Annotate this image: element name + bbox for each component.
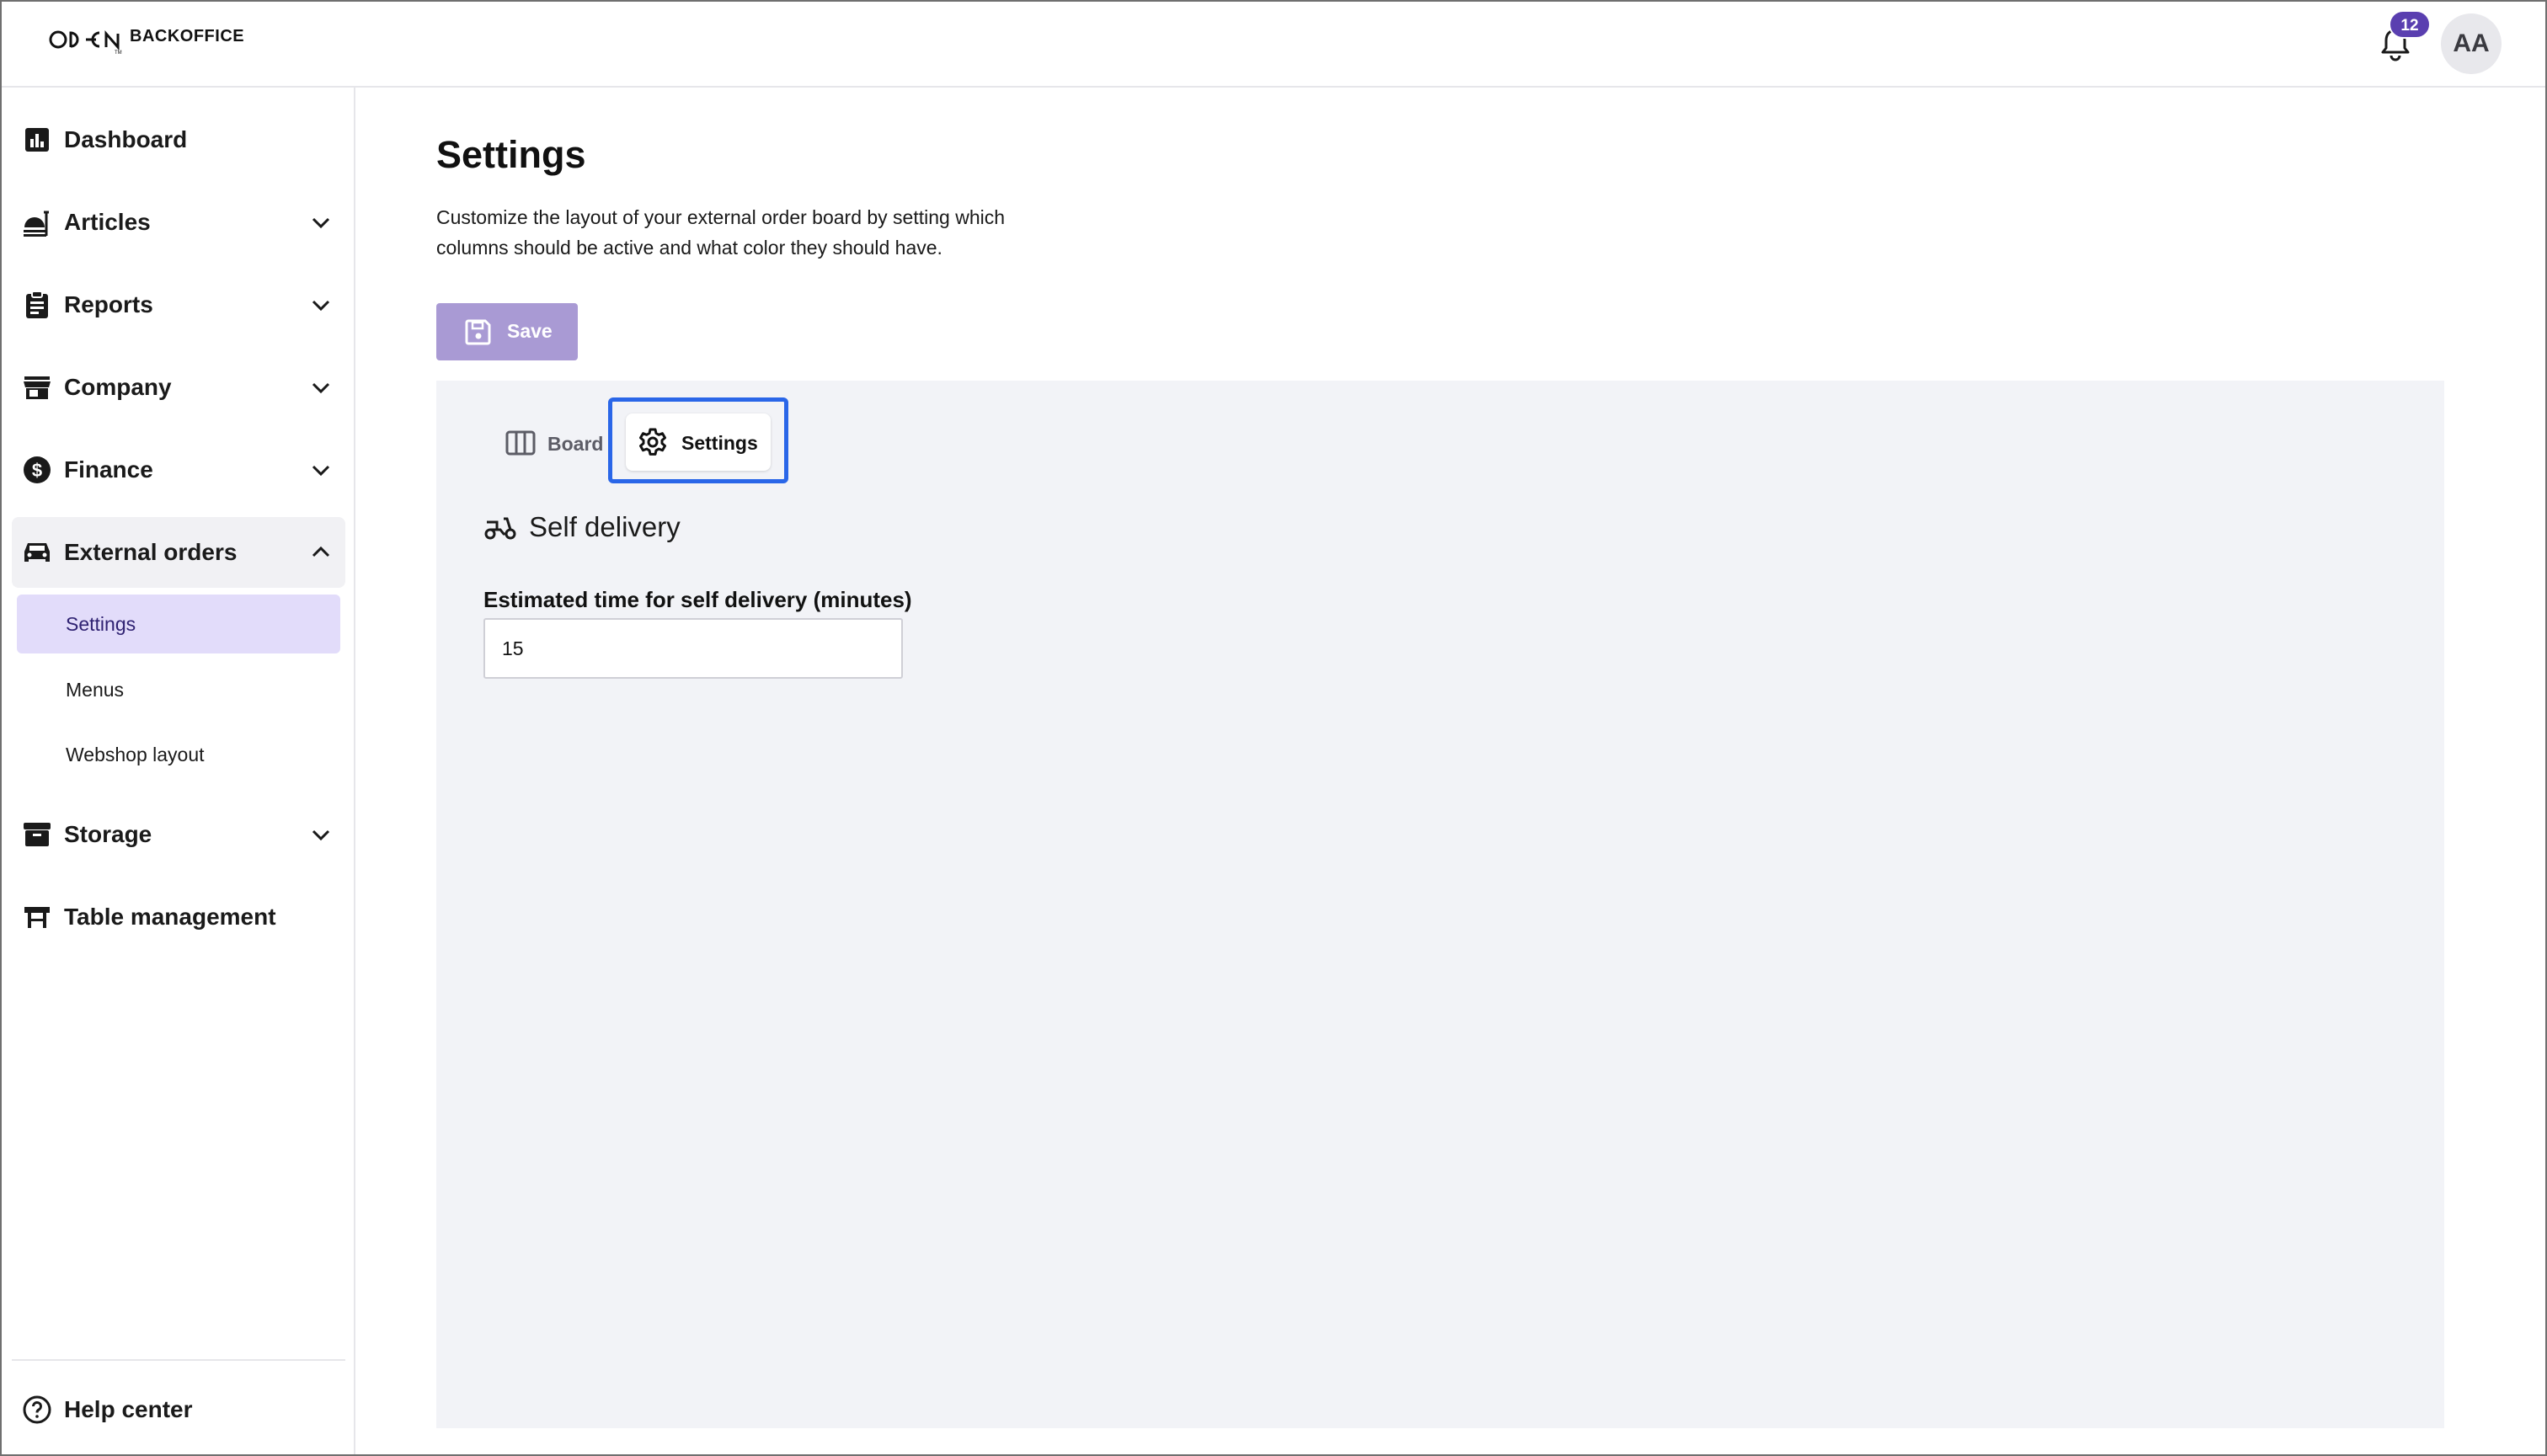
app-window: TM BACKOFFICE 12 AA Dashboard Articles R…	[0, 0, 2547, 1456]
sidebar: Dashboard Articles Reports Company $ Fin…	[2, 88, 355, 1454]
brand-logo-mark-icon: TM	[49, 30, 122, 56]
tab-board[interactable]: Board	[489, 414, 623, 472]
top-bar: TM BACKOFFICE 12 AA	[2, 2, 2545, 88]
sidebar-item-table-management[interactable]: Table management	[12, 882, 345, 952]
brand-logo-text: BACKOFFICE	[130, 27, 245, 45]
save-button[interactable]: Save	[436, 303, 578, 360]
tab-label: Board	[547, 433, 604, 455]
tab-settings[interactable]: Settings	[626, 413, 771, 471]
sidebar-item-label: Articles	[64, 209, 151, 235]
sidebar-item-help-center[interactable]: Help center	[12, 1374, 345, 1445]
sidebar-item-label: Reports	[64, 291, 153, 317]
sidebar-subitem-webshop-layout[interactable]: Webshop layout	[17, 725, 340, 784]
sidebar-item-label: Help center	[64, 1396, 193, 1422]
tab-focus-outline: Settings	[608, 397, 788, 483]
gear-icon	[639, 428, 666, 456]
car-icon	[22, 537, 52, 568]
help-icon	[22, 1395, 52, 1425]
page-description: Customize the layout of your external or…	[436, 206, 1006, 259]
sidebar-subitem-label: Settings	[66, 612, 136, 635]
chevron-up-icon	[312, 546, 330, 557]
sidebar-item-label: Company	[64, 374, 172, 400]
food-icon	[22, 207, 52, 237]
sidebar-item-dashboard[interactable]: Dashboard	[12, 104, 345, 175]
sidebar-subitem-label: Menus	[66, 678, 125, 701]
svg-text:TM: TM	[115, 51, 122, 56]
sidebar-divider	[12, 1359, 345, 1361]
notification-count-badge: 12	[2389, 10, 2431, 39]
self-delivery-section-header: Self delivery	[483, 509, 681, 546]
dollar-icon: $	[22, 455, 52, 485]
save-button-label: Save	[507, 320, 553, 342]
estimated-time-input[interactable]	[483, 618, 903, 679]
floppy-disk-icon	[465, 319, 491, 345]
table-icon	[22, 902, 52, 932]
user-avatar[interactable]: AA	[2441, 13, 2502, 74]
sidebar-item-label: External orders	[64, 539, 238, 565]
columns-icon	[505, 430, 536, 456]
sidebar-subitem-menus[interactable]: Menus	[17, 660, 340, 719]
chevron-down-icon	[312, 382, 330, 394]
sidebar-item-finance[interactable]: $ Finance	[12, 435, 345, 505]
sidebar-item-company[interactable]: Company	[12, 352, 345, 423]
sidebar-subitem-settings[interactable]: Settings	[17, 595, 340, 653]
svg-text:$: $	[32, 460, 42, 481]
archive-icon	[22, 819, 52, 850]
tab-label: Settings	[681, 432, 758, 454]
sidebar-item-label: Dashboard	[64, 126, 188, 152]
sidebar-item-articles[interactable]: Articles	[12, 187, 345, 258]
sidebar-item-label: Storage	[64, 821, 152, 847]
store-icon	[22, 372, 52, 403]
clipboard-icon	[22, 290, 52, 320]
chevron-down-icon	[312, 829, 330, 841]
sidebar-item-label: Finance	[64, 456, 153, 483]
sidebar-item-external-orders[interactable]: External orders	[12, 517, 345, 588]
brand-logo[interactable]: TM BACKOFFICE	[49, 22, 244, 56]
sidebar-item-label: Table management	[64, 904, 276, 930]
sidebar-subitem-label: Webshop layout	[66, 743, 205, 765]
chevron-down-icon	[312, 217, 330, 229]
page-title: Settings	[436, 133, 586, 176]
chevron-down-icon	[312, 300, 330, 312]
sidebar-item-storage[interactable]: Storage	[12, 799, 345, 870]
bar-chart-icon	[22, 125, 52, 155]
scooter-icon	[484, 517, 516, 540]
sidebar-item-reports[interactable]: Reports	[12, 269, 345, 340]
settings-panel: Board Settings Self delivery Estimated t…	[436, 381, 2444, 1428]
section-title: Self delivery	[529, 511, 681, 542]
estimated-time-label: Estimated time for self delivery (minute…	[483, 587, 912, 612]
chevron-down-icon	[312, 465, 330, 477]
